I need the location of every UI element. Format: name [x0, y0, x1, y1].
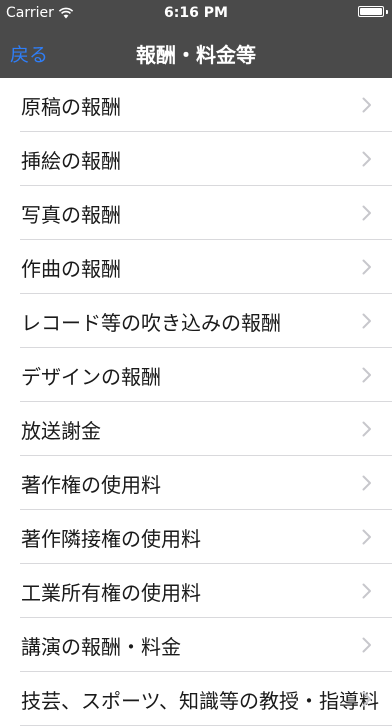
list-item-label: デザインの報酬 — [21, 364, 161, 389]
list-item-label: 作曲の報酬 — [21, 256, 121, 281]
list-item-label: 挿絵の報酬 — [21, 148, 121, 173]
chevron-right-icon — [362, 151, 371, 167]
chevron-right-icon — [362, 475, 371, 491]
chevron-right-icon — [362, 529, 371, 545]
list-item-label: レコード等の吹き込みの報酬 — [21, 310, 281, 335]
status-bar: Carrier 6:16 PM — [0, 0, 392, 26]
list-item-label: 著作隣接権の使用料 — [21, 526, 201, 551]
list-item-label: 工業所有権の使用料 — [21, 580, 201, 605]
list-item[interactable]: レコード等の吹き込みの報酬 — [0, 294, 392, 348]
chevron-right-icon — [362, 583, 371, 599]
chevron-right-icon — [362, 421, 371, 437]
status-time: 6:16 PM — [164, 5, 228, 21]
list-item-label: 著作権の使用料 — [21, 472, 161, 497]
list-item[interactable]: 放送謝金 — [0, 402, 392, 456]
list-item[interactable]: 原稿の報酬 — [0, 78, 392, 132]
list-item[interactable]: 技芸、スポーツ、知識等の教授・指導料 — [0, 672, 392, 726]
battery-tip — [386, 10, 388, 14]
list-item[interactable]: 写真の報酬 — [0, 186, 392, 240]
navigation-bar: 戻る 報酬・料金等 — [0, 26, 392, 78]
page-title: 報酬・料金等 — [136, 43, 256, 67]
chevron-right-icon — [362, 205, 371, 221]
chevron-right-icon — [362, 691, 371, 707]
list-item-label: 放送謝金 — [21, 418, 101, 443]
list-item[interactable]: 挿絵の報酬 — [0, 132, 392, 186]
battery-icon — [358, 6, 384, 17]
chevron-right-icon — [362, 97, 371, 113]
chevron-right-icon — [362, 637, 371, 653]
top-bar: Carrier 6:16 PM 戻る 報酬・料金等 — [0, 0, 392, 78]
list-item-label: 原稿の報酬 — [21, 94, 121, 119]
list-item[interactable]: デザインの報酬 — [0, 348, 392, 402]
list-item[interactable]: 著作権の使用料 — [0, 456, 392, 510]
list-item[interactable]: 著作隣接権の使用料 — [0, 510, 392, 564]
list-item-label: 技芸、スポーツ、知識等の教授・指導料 — [21, 688, 379, 713]
list-item[interactable]: 工業所有権の使用料 — [0, 564, 392, 618]
list-item-label: 講演の報酬・料金 — [21, 634, 181, 659]
list-item[interactable]: 講演の報酬・料金 — [0, 618, 392, 672]
list-item[interactable]: 作曲の報酬 — [0, 240, 392, 294]
fee-category-list: 原稿の報酬挿絵の報酬写真の報酬作曲の報酬レコード等の吹き込みの報酬 デザインの報酬… — [0, 78, 392, 726]
battery-fill — [360, 8, 382, 15]
chevron-right-icon — [362, 367, 371, 383]
chevron-right-icon — [362, 259, 371, 275]
chevron-right-icon — [362, 313, 371, 329]
list-item-label: 写真の報酬 — [21, 202, 121, 227]
